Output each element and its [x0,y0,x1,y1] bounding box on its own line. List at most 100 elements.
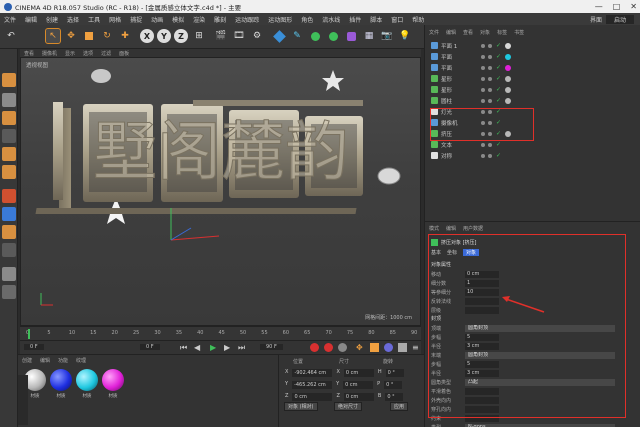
attr-value-field[interactable]: 5 [465,333,499,341]
attr-value-field[interactable] [465,396,499,404]
attr-value-field[interactable]: 3 cm [465,342,499,350]
menu-script[interactable]: 脚本 [370,15,382,24]
attr-value-field[interactable] [465,306,499,314]
material-tag-icon[interactable] [505,53,512,60]
menu-file[interactable]: 文件 [4,15,16,24]
object-name[interactable]: 灯光 [441,108,477,116]
object-row[interactable]: 对称 ✓ [431,151,631,160]
attr-value-field[interactable] [465,387,499,395]
viewport-menu-filter[interactable]: 过滤 [101,50,111,57]
menu-mograph[interactable]: 运动图形 [268,15,292,24]
object-name[interactable]: 摄像机 [441,119,477,127]
pen-spline-icon[interactable]: ✎ [290,29,304,43]
visibility-dot[interactable] [488,153,492,158]
visibility-dot[interactable] [481,153,485,158]
visibility-dots[interactable] [481,65,492,70]
coord-mode-select[interactable]: 对象 (相对) [284,402,318,411]
menu-tools[interactable]: 工具 [88,15,100,24]
material-tag-icon[interactable] [505,86,512,93]
om-menu-file[interactable]: 文件 [429,29,439,36]
attr-value-field[interactable] [465,405,499,413]
rotate-icon[interactable]: ↻ [100,29,114,43]
attr-dropdown[interactable]: 凸起 [465,378,615,386]
menu-simulate[interactable]: 模拟 [172,15,184,24]
menu-snap[interactable]: 捕捉 [130,15,142,24]
visibility-dot[interactable] [488,98,492,103]
menu-help[interactable]: 帮助 [412,15,424,24]
attr-value-field[interactable]: 5 [465,360,499,368]
object-name[interactable]: 平面 [441,64,477,72]
record-key-icon[interactable] [310,343,319,352]
visibility-dot[interactable] [481,142,485,147]
keyframe-selection-icon[interactable] [338,343,347,352]
tab-coord[interactable]: 坐标 [447,249,457,256]
object-name[interactable]: 对称 [441,152,477,160]
menu-select[interactable]: 选择 [67,15,79,24]
om-menu-edit[interactable]: 编辑 [446,29,456,36]
start-frame-field[interactable]: 0 F [24,344,44,350]
render-view-icon[interactable]: 🎬 [214,29,228,43]
menu-character[interactable]: 角色 [301,15,313,24]
tab-basic[interactable]: 基本 [431,249,441,256]
goto-end-icon[interactable]: ⏭ [238,343,245,353]
attr-dropdown[interactable]: N-gons [465,423,615,427]
y-axis-button[interactable]: Y [157,29,171,43]
next-key-icon[interactable]: ▶ [224,343,230,352]
tab-object[interactable]: 对象 [463,248,480,256]
visibility-dot[interactable] [488,109,492,114]
object-row[interactable]: 灯光 ✓ [431,107,631,116]
render-picture-viewer-icon[interactable]: 🎞 [232,29,246,43]
array-icon[interactable] [326,29,340,43]
object-row[interactable]: 摄像机 ✓ [431,118,631,127]
play-icon[interactable]: ▶ [210,343,216,352]
object-row[interactable]: 星形 ✓ [431,74,631,83]
plus-icon[interactable]: ✚ [118,29,132,43]
viewport-menu-cameras[interactable]: 摄像机 [42,50,57,57]
current-frame-field[interactable]: 0 F [140,344,160,350]
scale-icon[interactable] [82,29,96,43]
timeline-menu-icon[interactable]: ≡ [412,343,419,352]
material-swatch-magenta[interactable] [102,369,124,391]
move-icon[interactable]: ✥ [64,29,78,43]
menu-mesh[interactable]: 网格 [109,15,121,24]
visibility-dot[interactable] [481,131,485,136]
position-x-field[interactable]: -902.464 cm [292,369,333,377]
attr-dropdown[interactable]: 圆角封顶 [465,324,615,332]
visibility-dot[interactable] [488,43,492,48]
attr-value-field[interactable] [465,414,499,422]
visibility-dot[interactable] [488,120,492,125]
object-row[interactable]: 平面 ✓ [431,52,631,61]
visibility-dot[interactable] [481,109,485,114]
live-select-icon[interactable]: ↖ [45,28,61,44]
visibility-dots[interactable] [481,98,492,103]
autokey-icon[interactable] [324,343,333,352]
apply-button[interactable]: 应用 [390,402,409,411]
object-row[interactable]: 文本 ✓ [431,140,631,149]
object-row[interactable]: 圆柱 ✓ [431,96,631,105]
mat-menu-edit[interactable]: 编辑 [40,357,50,364]
object-row[interactable]: 平面 ✓ [431,63,631,72]
coordinate-system-icon[interactable]: ⊞ [192,29,206,43]
scale-key-icon[interactable] [370,343,379,352]
viewport-menu-display[interactable]: 显示 [65,50,75,57]
mat-menu-create[interactable]: 创建 [22,357,32,364]
snap-icon[interactable] [2,207,16,221]
enabled-check-icon[interactable]: ✓ [496,86,501,93]
x-axis-button[interactable]: X [140,29,154,43]
viewport-menu-panel[interactable]: 面板 [119,50,129,57]
prev-key-icon[interactable]: ◀ [194,343,200,352]
move-key-icon[interactable]: ✥ [356,343,363,352]
light-icon[interactable]: 💡 [398,29,412,43]
object-row[interactable]: 星形 ✓ [431,85,631,94]
rotation-b-field[interactable]: 0 ° [385,393,404,401]
object-name[interactable]: 星形 [441,86,477,94]
size-x-field[interactable]: 0 cm [343,369,374,377]
close-button[interactable]: ✕ [630,2,637,11]
visibility-dots[interactable] [481,54,492,59]
minimize-button[interactable]: — [595,2,603,11]
visibility-dots[interactable] [481,120,492,125]
timeline-playhead[interactable] [28,329,30,339]
menu-animate[interactable]: 动画 [151,15,163,24]
visibility-dot[interactable] [481,54,485,59]
menu-sculpt[interactable]: 雕刻 [214,15,226,24]
